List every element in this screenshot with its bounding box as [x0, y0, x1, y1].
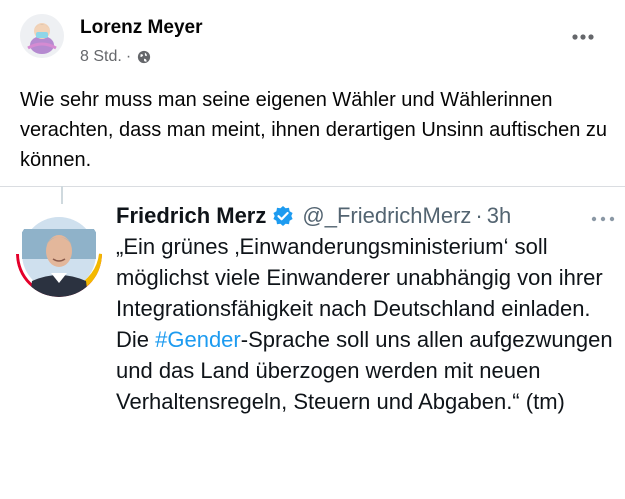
tweet-avatar-image	[16, 211, 102, 297]
verified-badge-icon	[273, 206, 293, 226]
post-text: Wie sehr muss man seine eigenen Wähler u…	[20, 89, 608, 171]
post-time[interactable]: 8 Std.	[80, 48, 122, 66]
author-avatar[interactable]	[20, 14, 64, 58]
avatar-illustration	[20, 14, 64, 58]
post-options-button[interactable]	[566, 20, 600, 54]
tweet-separator: ·	[475, 203, 483, 228]
meta-separator: ·	[125, 48, 132, 65]
author-name[interactable]: Lorenz Meyer	[80, 17, 202, 39]
more-horizontal-icon	[572, 34, 594, 40]
embedded-tweet[interactable]: Friedrich Merz @_FriedrichMerz · 3h „Ein…	[0, 187, 625, 499]
tweet-author-name[interactable]: Friedrich Merz	[116, 203, 266, 229]
hashtag-link[interactable]: #Gender	[155, 327, 241, 352]
tweet-avatar[interactable]	[16, 211, 102, 297]
globe-icon	[138, 50, 151, 64]
tweet-options-button[interactable]	[588, 209, 618, 229]
post-header: Lorenz Meyer 8 Std. ·	[0, 0, 625, 80]
post-meta: 8 Std. ·	[80, 48, 151, 66]
tweet-text: „Ein grünes ‚Einwanderungsministerium‘ s…	[116, 231, 616, 417]
tweet-time[interactable]: 3h	[487, 203, 511, 229]
more-horizontal-icon	[591, 216, 615, 222]
tweet-handle[interactable]: @_FriedrichMerz	[302, 203, 471, 229]
tweet-header: Friedrich Merz @_FriedrichMerz · 3h	[116, 203, 511, 229]
